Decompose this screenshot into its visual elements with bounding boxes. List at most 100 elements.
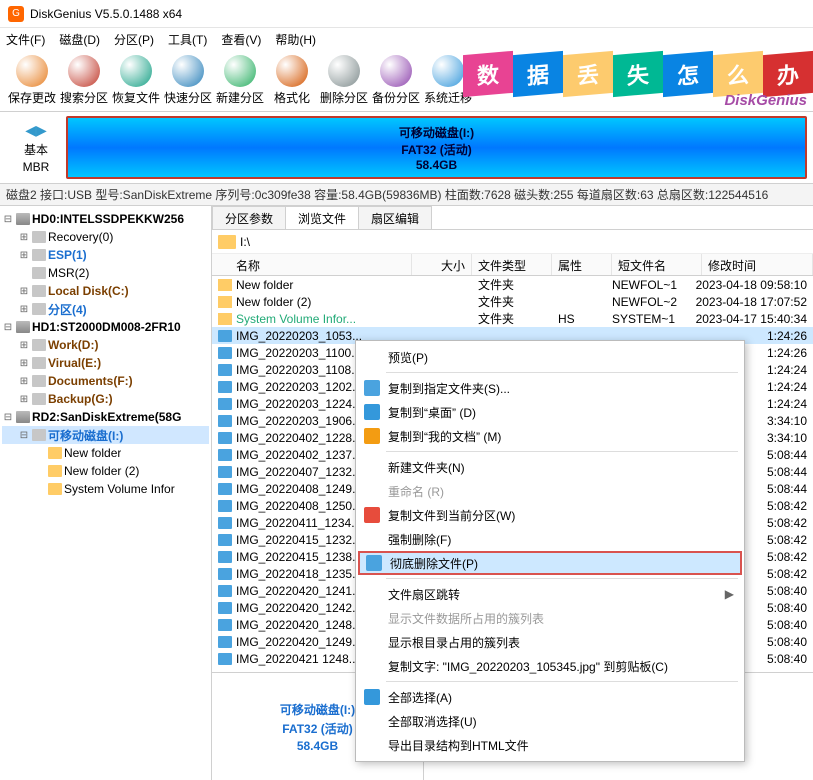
col-attr[interactable]: 属性: [552, 254, 612, 275]
menubar: 文件(F) 磁盘(D) 分区(P) 工具(T) 查看(V) 帮助(H): [0, 28, 813, 50]
file-row[interactable]: System Volume Infor...文件夹HSSYSTEM~12023-…: [212, 310, 813, 327]
file-row[interactable]: New folder文件夹NEWFOL~12023-04-18 09:58:10: [212, 276, 813, 293]
tree-node[interactable]: MSR(2): [2, 264, 209, 282]
tree-node[interactable]: ⊞Virual(E:): [2, 354, 209, 372]
tree-node[interactable]: ⊟HD0:INTELSSDPEKKW256: [2, 210, 209, 228]
toolbar-button[interactable]: 快速分区: [162, 55, 214, 106]
context-menu-item[interactable]: 复制到“桌面” (D): [358, 400, 742, 424]
context-menu[interactable]: 预览(P) 复制到指定文件夹(S)...复制到“桌面” (D)复制到“我的文档” …: [355, 340, 745, 762]
tree-twisty[interactable]: ⊟: [18, 430, 30, 441]
toolbar-icon: [276, 55, 308, 87]
file-list-header[interactable]: 名称 大小 文件类型 属性 短文件名 修改时间: [212, 254, 813, 276]
col-mod[interactable]: 修改时间: [702, 254, 813, 275]
context-menu-item[interactable]: 复制到指定文件夹(S)...: [358, 376, 742, 400]
menu-item[interactable]: 文件(F): [6, 31, 45, 48]
tree-twisty[interactable]: ⊞: [18, 394, 30, 405]
image-file-icon: [218, 585, 232, 597]
tree-twisty[interactable]: ⊟: [2, 322, 14, 333]
toolbar-button[interactable]: 新建分区: [214, 55, 266, 106]
tree-node[interactable]: ⊞Backup(G:): [2, 390, 209, 408]
brand-text: DiskGenius: [724, 92, 807, 109]
tree-node[interactable]: New folder: [2, 444, 209, 462]
context-menu-item[interactable]: 强制删除(F): [358, 527, 742, 551]
nav-arrows[interactable]: ◀▶: [25, 122, 47, 139]
submenu-arrow: ▶: [725, 587, 734, 601]
toolbar-button[interactable]: 删除分区: [318, 55, 370, 106]
col-name[interactable]: 名称: [212, 254, 412, 275]
context-menu-item[interactable]: 文件扇区跳转▶: [358, 582, 742, 606]
decor-tile: 据: [513, 51, 563, 97]
col-type[interactable]: 文件类型: [472, 254, 552, 275]
folder-icon: [48, 465, 62, 477]
context-menu-item[interactable]: 显示根目录占用的簇列表: [358, 630, 742, 654]
tab[interactable]: 分区参数: [212, 206, 286, 229]
tree-node[interactable]: System Volume Infor: [2, 480, 209, 498]
tree-twisty[interactable]: ⊟: [2, 412, 14, 423]
toolbar-button[interactable]: 搜索分区: [58, 55, 110, 106]
tree-twisty[interactable]: ⊞: [18, 376, 30, 387]
tab[interactable]: 浏览文件: [285, 206, 359, 229]
partition-box[interactable]: 可移动磁盘(I:) FAT32 (活动) 58.4GB: [66, 116, 807, 179]
menu-item[interactable]: 磁盘(D): [59, 31, 100, 48]
current-path: I:\: [240, 235, 250, 249]
folder-icon: [218, 279, 232, 291]
partition-size: 58.4GB: [416, 158, 457, 172]
tree-node[interactable]: ⊟HD1:ST2000DM008-2FR10: [2, 318, 209, 336]
image-file-icon: [218, 466, 232, 478]
context-menu-item[interactable]: 新建文件夹(N): [358, 455, 742, 479]
tree-twisty[interactable]: ⊞: [18, 358, 30, 369]
context-menu-item[interactable]: 复制到“我的文档” (M): [358, 424, 742, 448]
tree-node[interactable]: ⊞Recovery(0): [2, 228, 209, 246]
image-file-icon: [218, 449, 232, 461]
context-menu-item[interactable]: 预览(P): [358, 345, 742, 369]
image-file-icon: [218, 347, 232, 359]
menu-item[interactable]: 工具(T): [168, 31, 207, 48]
tree-twisty[interactable]: ⊟: [2, 214, 14, 225]
tree-twisty[interactable]: ⊞: [18, 286, 30, 297]
tree-node[interactable]: ⊟RD2:SanDiskExtreme(58G: [2, 408, 209, 426]
toolbar-icon: [120, 55, 152, 87]
col-short[interactable]: 短文件名: [612, 254, 702, 275]
folder-icon: [48, 447, 62, 459]
tree-node[interactable]: New folder (2): [2, 462, 209, 480]
context-menu-item[interactable]: 导出目录结构到HTML文件: [358, 733, 742, 757]
tree-twisty[interactable]: ⊞: [18, 304, 30, 315]
toolbar-button[interactable]: 恢复文件: [110, 55, 162, 106]
menu-item-icon: [364, 507, 380, 523]
partition-icon: [32, 249, 46, 261]
tree-node[interactable]: ⊞分区(4): [2, 300, 209, 318]
tree-node[interactable]: ⊞ESP(1): [2, 246, 209, 264]
tree-twisty[interactable]: ⊞: [18, 340, 30, 351]
context-menu-item[interactable]: 彻底删除文件(P): [358, 551, 742, 575]
menu-item[interactable]: 帮助(H): [275, 31, 316, 48]
context-menu-item[interactable]: 复制文件到当前分区(W): [358, 503, 742, 527]
folder-icon: [218, 296, 232, 308]
tab[interactable]: 扇区编辑: [358, 206, 432, 229]
file-row[interactable]: New folder (2)文件夹NEWFOL~22023-04-18 17:0…: [212, 293, 813, 310]
context-menu-item[interactable]: 全部取消选择(U): [358, 709, 742, 733]
partition-icon: [32, 393, 46, 405]
disk-tree[interactable]: ⊟HD0:INTELSSDPEKKW256⊞Recovery(0)⊞ESP(1)…: [0, 206, 212, 780]
tree-twisty[interactable]: ⊞: [18, 250, 30, 261]
tree-twisty[interactable]: ⊞: [18, 232, 30, 243]
tree-node[interactable]: ⊟可移动磁盘(I:): [2, 426, 209, 444]
context-menu-item[interactable]: 复制文字: "IMG_20220203_105345.jpg" 到剪贴板(C): [358, 654, 742, 678]
image-file-icon: [218, 534, 232, 546]
context-menu-item[interactable]: 全部选择(A): [358, 685, 742, 709]
image-file-icon: [218, 500, 232, 512]
tree-node[interactable]: ⊞Work(D:): [2, 336, 209, 354]
tree-node[interactable]: ⊞Local Disk(C:): [2, 282, 209, 300]
tree-node[interactable]: ⊞Documents(F:): [2, 372, 209, 390]
image-file-icon: [218, 483, 232, 495]
menu-item-icon: [366, 555, 382, 571]
toolbar-button[interactable]: 格式化: [266, 55, 318, 106]
menu-item[interactable]: 分区(P): [114, 31, 154, 48]
toolbar-button[interactable]: 备份分区: [370, 55, 422, 106]
disk-status-line: 磁盘2 接口:USB 型号:SanDiskExtreme 序列号:0c309fe…: [0, 184, 813, 206]
decor-tile: 怎: [663, 51, 713, 97]
col-size[interactable]: 大小: [412, 254, 472, 275]
toolbar-button[interactable]: 保存更改: [6, 55, 58, 106]
partition-icon: [32, 231, 46, 243]
menu-item[interactable]: 查看(V): [221, 31, 261, 48]
app-icon: G: [8, 6, 24, 22]
